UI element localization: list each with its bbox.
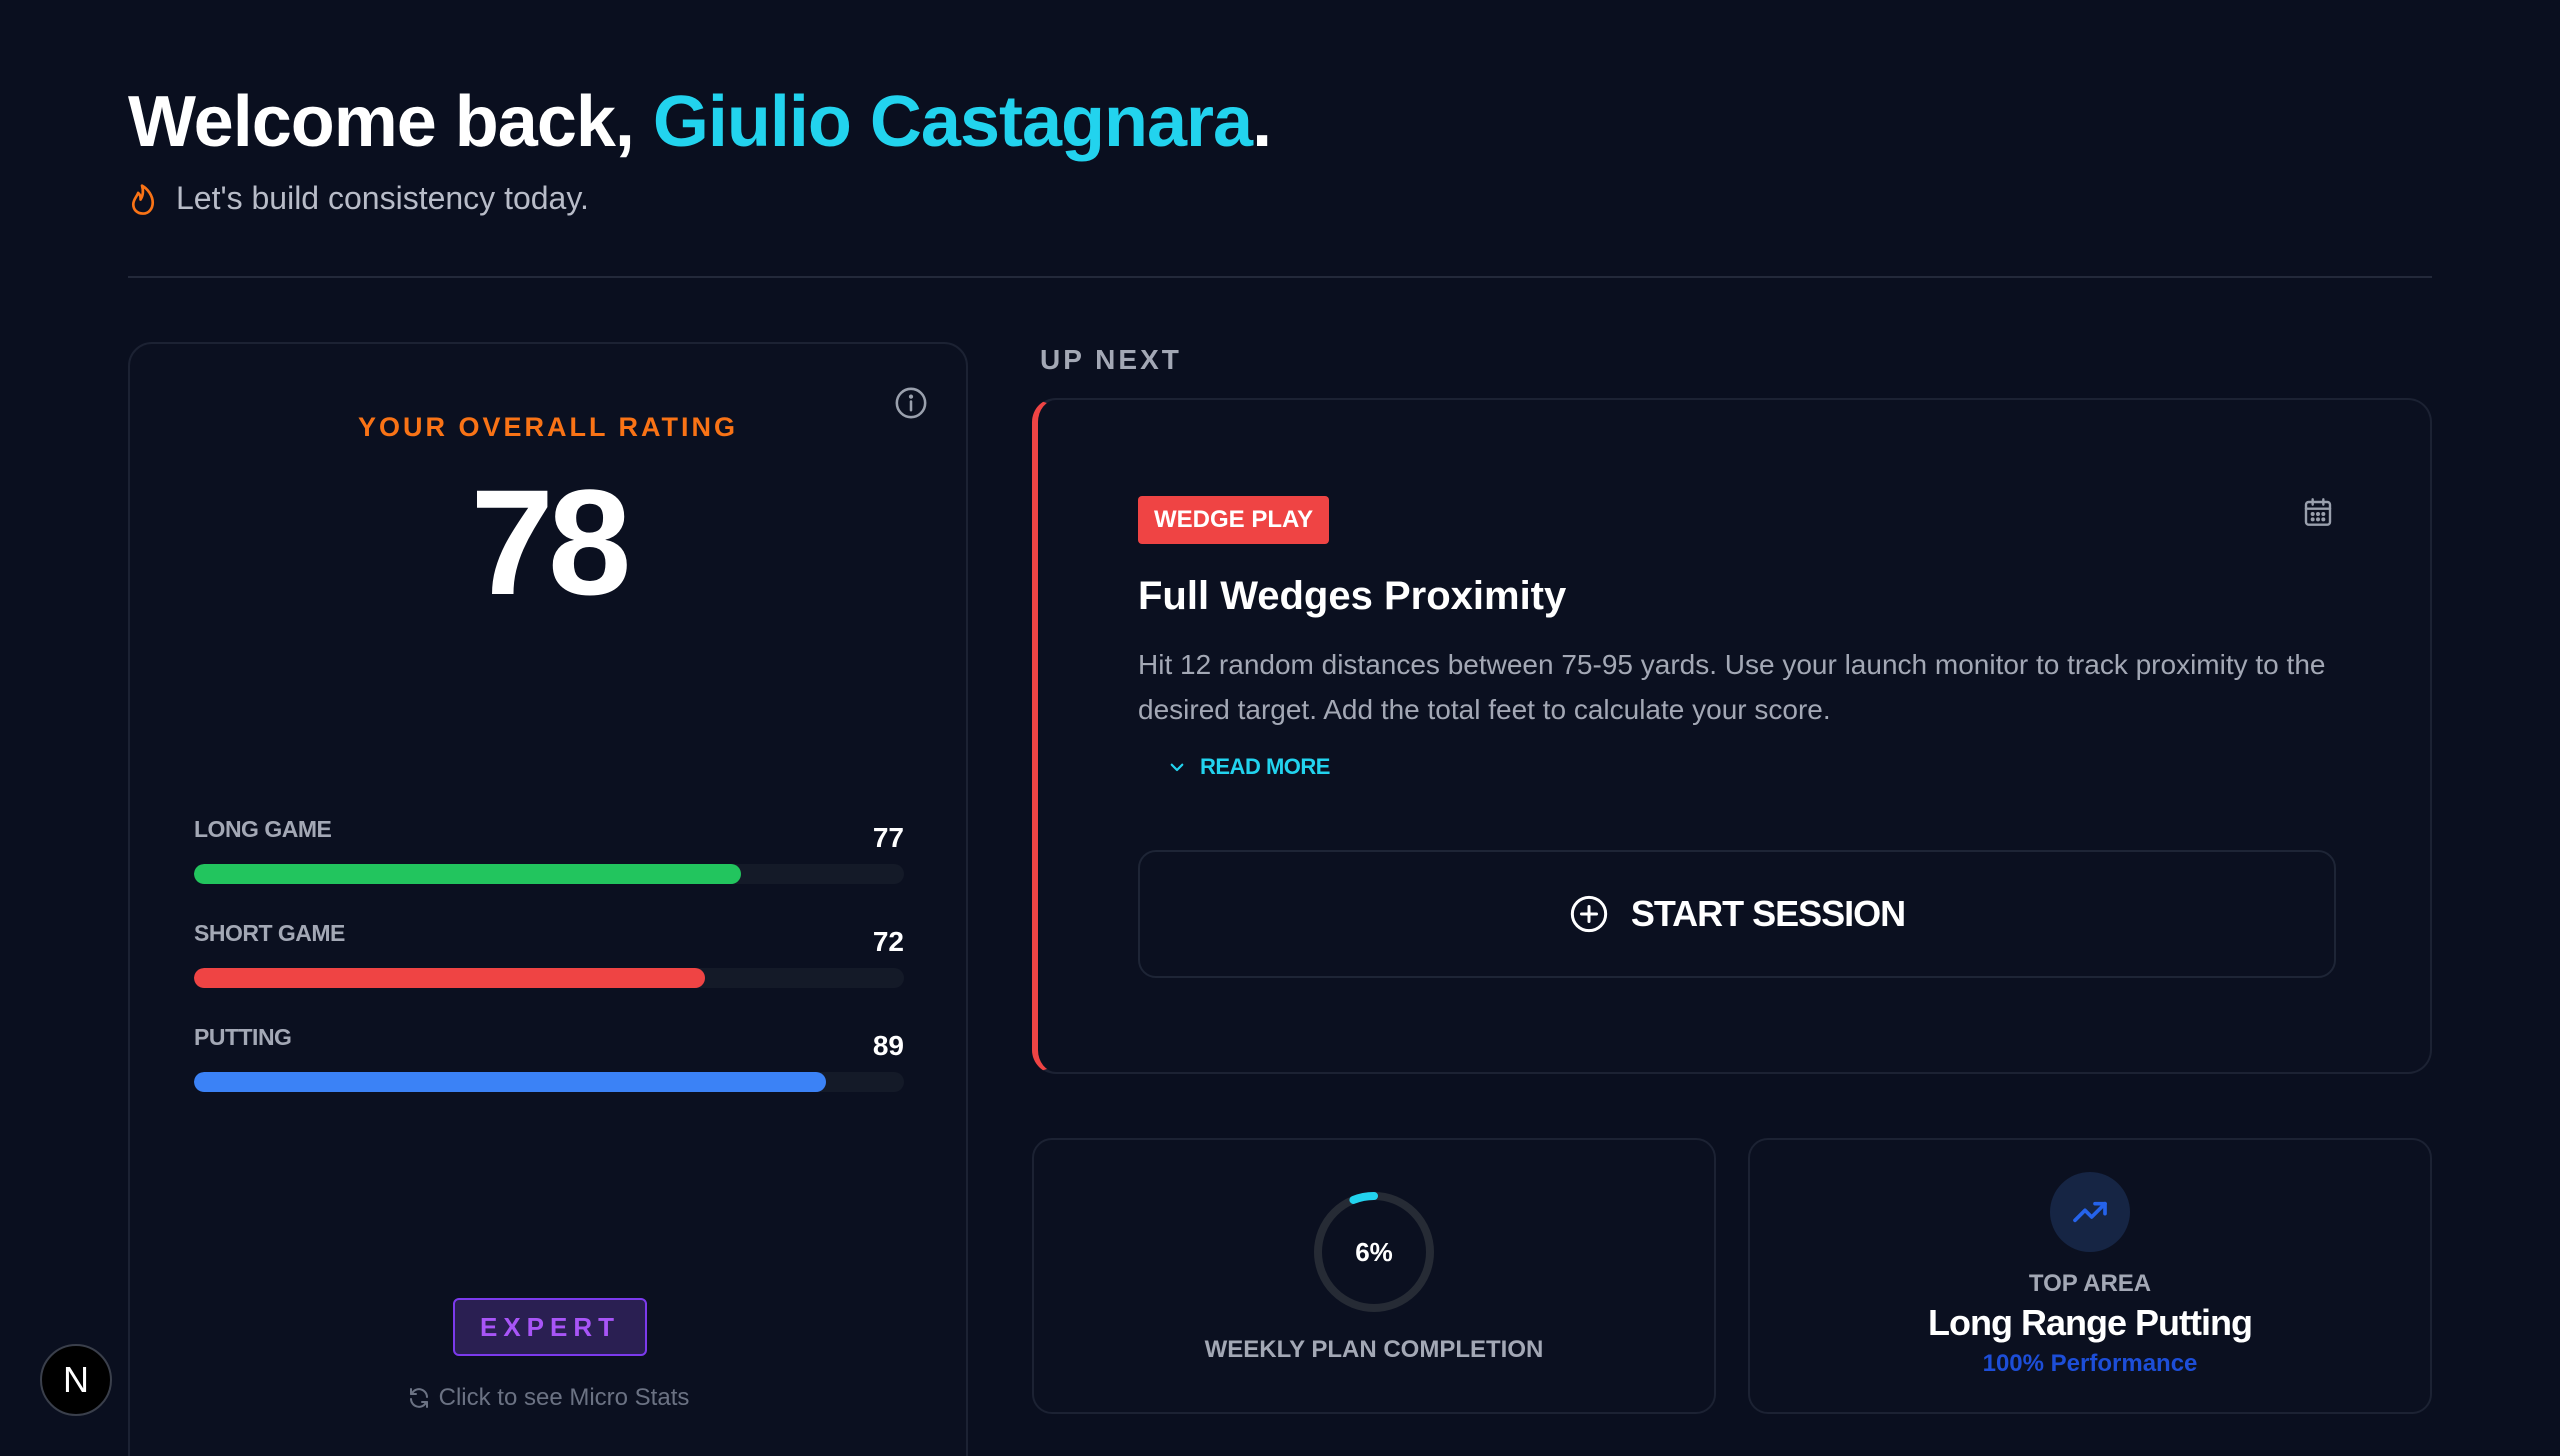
overall-rating-label: YOUR OVERALL RATING [357,412,738,442]
top-area-label: TOP AREA [2028,1270,2152,1297]
weekly-plan-caption: WEEKLY PLAN COMPLETION [1204,1336,1544,1363]
stat-value: 72 [872,926,904,957]
weekly-progress-percent: 6% [1355,1236,1393,1267]
stat-name: SHORT GAME [194,920,345,946]
start-session-button[interactable]: START SESSION [1138,850,2336,978]
start-session-label: START SESSION [1630,893,1906,934]
overall-rating-card[interactable]: YOUR OVERALL RATING 78 LONG GAME 77 SHOR… [128,342,968,1456]
plus-circle-icon [1570,895,1607,933]
read-more-label: READ MORE [1200,754,1330,779]
level-badge: EXPERT [453,1298,647,1356]
subtitle-text: Let's build consistency today. [176,180,589,216]
top-area-name: Long Range Putting [1928,1302,2253,1343]
greeting-suffix: . [1252,82,1272,162]
trend-icon-circle [2050,1172,2130,1252]
stat-value: 77 [872,822,904,853]
session-description: Hit 12 random distances between 75-95 ya… [1138,649,2326,725]
stat-bar-fill [194,864,741,884]
subtitle-row: Let's build consistency today. [128,180,589,217]
top-area-card: TOP AREA Long Range Putting 100% Perform… [1748,1138,2432,1414]
refresh-icon [409,1388,428,1408]
stat-bar-fill [194,968,706,988]
chevron-down-icon [1170,763,1184,772]
weekly-plan-card: 6% WEEKLY PLAN COMPLETION [1032,1138,1716,1414]
micro-stats-link[interactable]: Click to see Micro Stats [130,1384,966,1412]
welcome-heading: Welcome back, Giulio Castagnara. [128,80,1272,164]
header-divider [128,276,2432,278]
category-badge: WEDGE PLAY [1138,496,1330,544]
stat-bar-track [194,1072,904,1092]
floating-n-button[interactable]: N [40,1344,112,1416]
user-name: Giulio Castagnara [652,82,1253,162]
up-next-label: UP NEXT [1040,344,1182,375]
stat-name: PUTTING [194,1024,292,1050]
trending-up-icon [2073,1201,2107,1223]
stat-bar-track [194,864,904,884]
stat-bar-track [194,968,904,988]
overall-rating-value: 78 [470,458,632,626]
stat-value: 89 [872,1030,904,1061]
top-area-performance: 100% Performance [1982,1350,2198,1377]
dashboard-page: Welcome back, Giulio Castagnara. Let's b… [0,0,2560,1456]
stat-name: LONG GAME [194,816,332,842]
calendar-icon[interactable] [2302,496,2334,528]
greeting-prefix: Welcome back, [128,82,653,162]
session-title: Full Wedges Proximity [1138,574,1567,618]
micro-stats-text: Click to see Micro Stats [438,1384,690,1411]
up-next-session-card: WEDGE PLAY Full Wedges Proximity Hit 12 … [1032,398,2432,1074]
stat-bar-fill [194,1072,826,1092]
read-more-toggle[interactable]: READ MORE [1168,754,1330,780]
flame-icon [131,183,155,215]
